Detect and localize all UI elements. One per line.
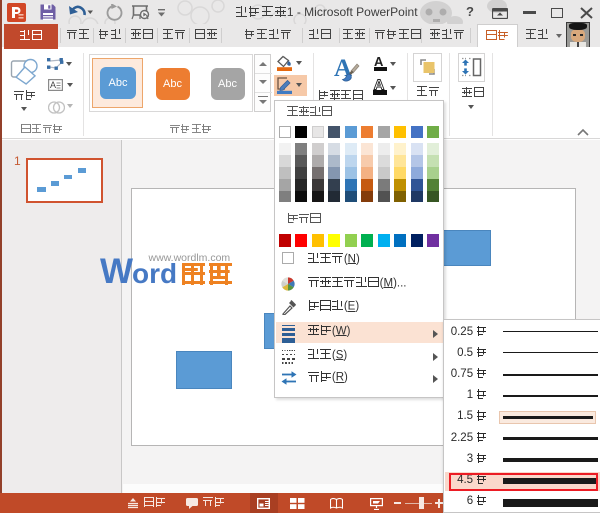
svg-text:A: A <box>50 80 56 90</box>
